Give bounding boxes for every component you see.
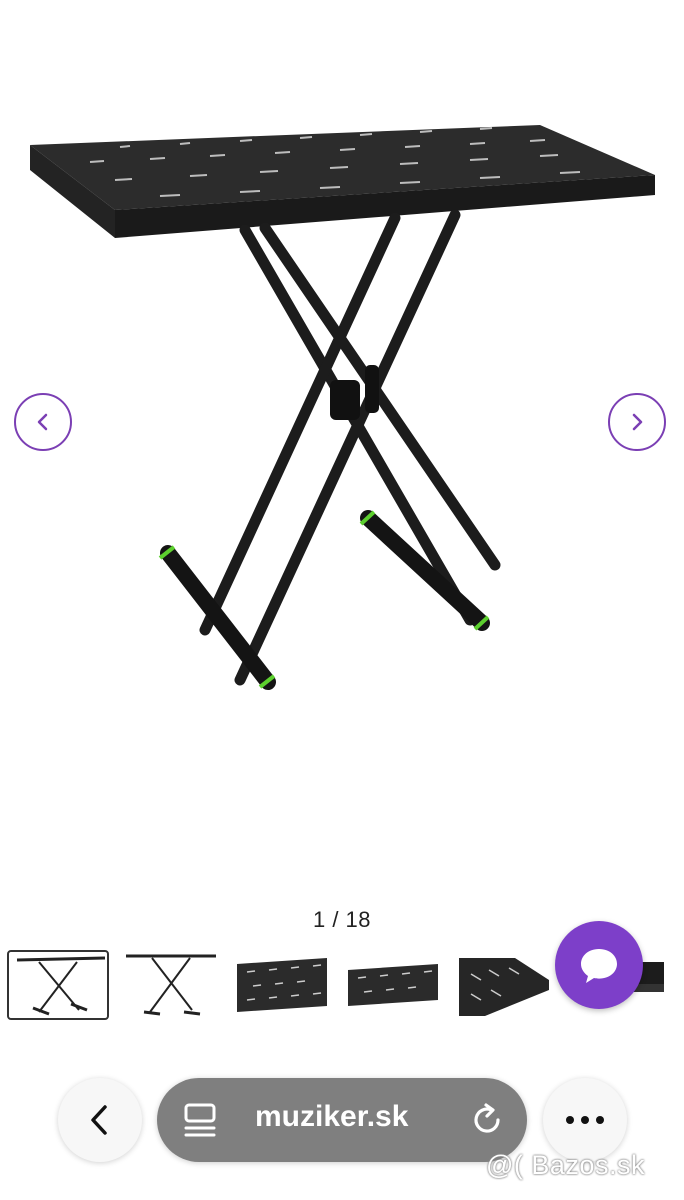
- reload-icon[interactable]: [469, 1102, 505, 1138]
- browser-back-button[interactable]: [58, 1078, 142, 1162]
- thumbnail-3[interactable]: [233, 950, 335, 1020]
- reader-mode-icon: [184, 1103, 216, 1137]
- url-text: muziker.sk: [255, 1100, 409, 1133]
- thumbnail-2[interactable]: [122, 950, 224, 1020]
- chat-bubble-icon: [581, 949, 617, 983]
- next-image-button[interactable]: [608, 393, 666, 451]
- thumbnail-1[interactable]: [7, 950, 109, 1020]
- product-image[interactable]: [20, 110, 670, 710]
- address-bar[interactable]: muziker.sk: [157, 1078, 527, 1162]
- chevron-left-icon: [37, 413, 48, 431]
- previous-image-button[interactable]: [14, 393, 72, 451]
- thumbnail-4[interactable]: [344, 950, 446, 1020]
- product-gallery: [0, 0, 684, 880]
- more-dots-icon: [566, 1116, 604, 1124]
- chat-button[interactable]: [555, 921, 643, 1009]
- chevron-left-icon: [91, 1105, 107, 1135]
- chevron-right-icon: [632, 413, 643, 431]
- watermark: @( Bazos.sk: [486, 1150, 645, 1180]
- thumbnail-5[interactable]: [455, 950, 557, 1020]
